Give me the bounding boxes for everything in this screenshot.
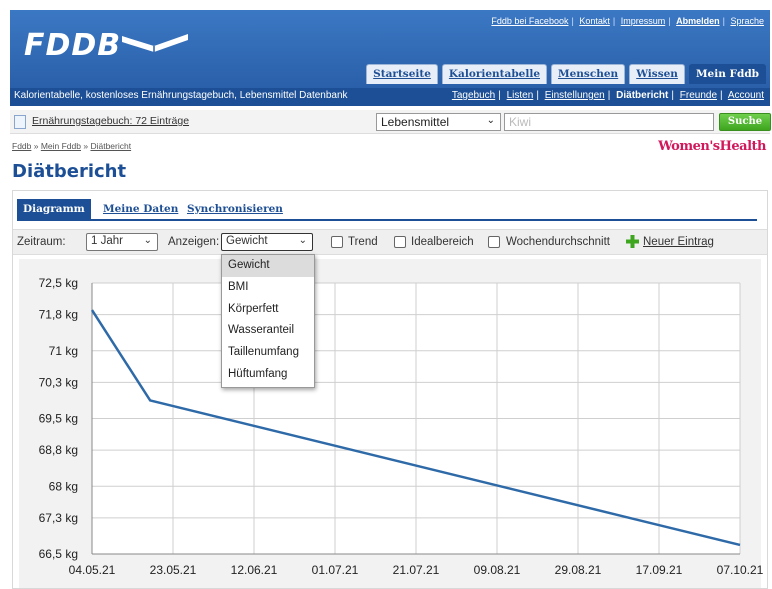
wochendurchschnitt-checkbox[interactable] bbox=[488, 236, 500, 248]
x-tick-label: 12.06.21 bbox=[231, 563, 278, 577]
anzeigen-dropdown: Gewicht BMI Körperfett Wasseranteil Tail… bbox=[221, 254, 315, 388]
chevron-down-icon: ⌄ bbox=[298, 235, 307, 246]
sub-link-diaetbericht[interactable]: Diätbericht bbox=[616, 90, 668, 101]
search-button[interactable]: Suche bbox=[719, 113, 771, 131]
sub-link-einstellungen[interactable]: Einstellungen bbox=[545, 90, 605, 101]
site-header: FDDB Fddb bei Facebook | Kontakt | Impress… bbox=[10, 10, 770, 90]
top-links: Fddb bei Facebook | Kontakt | Impressum | A… bbox=[491, 16, 764, 26]
y-tick-label: 68 kg bbox=[49, 479, 78, 493]
sub-navigation: Kalorientabelle, kostenloses Ernährungst… bbox=[10, 88, 770, 106]
x-tick-label: 29.08.21 bbox=[555, 563, 602, 577]
chevron-down-icon: ⌄ bbox=[143, 235, 152, 246]
new-entry-link[interactable]: Neuer Eintrag bbox=[643, 236, 714, 248]
diary-icon bbox=[14, 115, 26, 129]
y-tick-label: 67,3 kg bbox=[39, 511, 78, 525]
trend-label: Trend bbox=[348, 236, 378, 248]
main-nav: Startseite Kalorientabelle Menschen Wiss… bbox=[366, 64, 766, 84]
x-tick-label: 07.10.21 bbox=[717, 563, 764, 577]
search-bar: Ernährungstagebuch: 72 Einträge Lebensmi… bbox=[10, 110, 771, 134]
site-tagline: Kalorientabelle, kostenloses Ernährungst… bbox=[14, 90, 348, 101]
sub-link-tagebuch[interactable]: Tagebuch bbox=[452, 90, 495, 101]
zeitraum-select[interactable]: 1 Jahr ⌄ bbox=[86, 233, 158, 251]
option-koerperfett[interactable]: Körperfett bbox=[222, 299, 314, 321]
x-tick-label: 04.05.21 bbox=[69, 563, 116, 577]
chevron-down-icon: ⌄ bbox=[486, 115, 495, 126]
anzeigen-select[interactable]: Gewicht ⌄ bbox=[221, 233, 313, 251]
diary-entries-link[interactable]: Ernährungstagebuch: 72 Einträge bbox=[32, 115, 189, 127]
link-kontakt[interactable]: Kontakt bbox=[579, 16, 610, 26]
book-icon bbox=[122, 34, 188, 52]
food-category-value: Lebensmittel bbox=[381, 115, 450, 129]
womens-health-logo[interactable]: Women'sHealth bbox=[658, 139, 766, 154]
link-facebook[interactable]: Fddb bei Facebook bbox=[491, 16, 568, 26]
option-bmi[interactable]: BMI bbox=[222, 277, 314, 299]
nav-tab-mein-fddb[interactable]: Mein Fddb bbox=[688, 64, 766, 84]
anzeigen-label: Anzeigen: bbox=[168, 236, 220, 248]
food-search-input[interactable]: Kiwi bbox=[504, 113, 714, 131]
y-tick-label: 68,8 kg bbox=[39, 443, 78, 457]
y-tick-label: 71 kg bbox=[49, 344, 78, 358]
breadcrumb-mein-fddb[interactable]: Mein Fddb bbox=[41, 141, 81, 151]
wochendurchschnitt-label: Wochendurchschnitt bbox=[506, 236, 610, 248]
chart-controls: Zeitraum: 1 Jahr ⌄ Anzeigen: Gewicht ⌄ T… bbox=[13, 229, 767, 255]
report-tabs: Diagramm Meine Daten Synchronisieren bbox=[17, 199, 757, 221]
sub-link-listen[interactable]: Listen bbox=[507, 90, 534, 101]
link-impressum[interactable]: Impressum bbox=[621, 16, 666, 26]
tab-meine-daten[interactable]: Meine Daten bbox=[97, 199, 184, 221]
breadcrumb-fddb[interactable]: Fddb bbox=[12, 141, 31, 151]
y-tick-label: 71,8 kg bbox=[39, 308, 78, 322]
zeitraum-label: Zeitraum: bbox=[17, 236, 66, 248]
x-tick-label: 17.09.21 bbox=[636, 563, 683, 577]
y-tick-label: 70,3 kg bbox=[39, 375, 78, 389]
sub-link-freunde[interactable]: Freunde bbox=[680, 90, 717, 101]
x-tick-label: 09.08.21 bbox=[474, 563, 521, 577]
plus-icon[interactable] bbox=[626, 235, 639, 248]
trend-checkbox[interactable] bbox=[331, 236, 343, 248]
nav-tab-kalorientabelle[interactable]: Kalorientabelle bbox=[441, 64, 547, 84]
y-tick-label: 69,5 kg bbox=[39, 412, 78, 426]
idealbereich-label: Idealbereich bbox=[411, 236, 474, 248]
y-tick-label: 72,5 kg bbox=[39, 276, 78, 290]
breadcrumb: Fddb » Mein Fddb » Diätbericht bbox=[12, 141, 132, 151]
x-tick-label: 01.07.21 bbox=[312, 563, 359, 577]
tab-synchronisieren[interactable]: Synchronisieren bbox=[181, 199, 289, 221]
option-wasseranteil[interactable]: Wasseranteil bbox=[222, 320, 314, 342]
zeitraum-value: 1 Jahr bbox=[91, 235, 123, 247]
sub-link-account[interactable]: Account bbox=[728, 90, 764, 101]
option-gewicht[interactable]: Gewicht bbox=[222, 255, 314, 277]
option-taillenumfang[interactable]: Taillenumfang bbox=[222, 342, 314, 364]
x-tick-label: 21.07.21 bbox=[393, 563, 440, 577]
idealbereich-checkbox[interactable] bbox=[394, 236, 406, 248]
nav-tab-startseite[interactable]: Startseite bbox=[366, 64, 438, 84]
link-abmelden[interactable]: Abmelden bbox=[676, 16, 720, 26]
nav-tab-menschen[interactable]: Menschen bbox=[551, 64, 626, 84]
x-tick-label: 23.05.21 bbox=[150, 563, 197, 577]
page-title: Diätbericht bbox=[12, 161, 127, 182]
tab-diagramm[interactable]: Diagramm bbox=[17, 199, 91, 221]
y-tick-label: 66,5 kg bbox=[39, 547, 78, 561]
weight-chart: 72,5 kg 71,8 kg 71 kg 70,3 kg 69,5 kg 68,8 kg… bbox=[39, 276, 764, 577]
anzeigen-value: Gewicht bbox=[226, 235, 268, 247]
link-sprache[interactable]: Sprache bbox=[730, 16, 764, 26]
option-hueftumfang[interactable]: Hüftumfang bbox=[222, 364, 314, 386]
sub-nav-links: Tagebuch | Listen | Einstellungen | Diätber… bbox=[451, 90, 764, 101]
food-category-select[interactable]: Lebensmittel ⌄ bbox=[376, 113, 501, 131]
nav-tab-wissen[interactable]: Wissen bbox=[629, 64, 685, 84]
fddb-logo[interactable]: FDDB bbox=[24, 28, 121, 63]
breadcrumb-diaetbericht[interactable]: Diätbericht bbox=[90, 141, 131, 151]
